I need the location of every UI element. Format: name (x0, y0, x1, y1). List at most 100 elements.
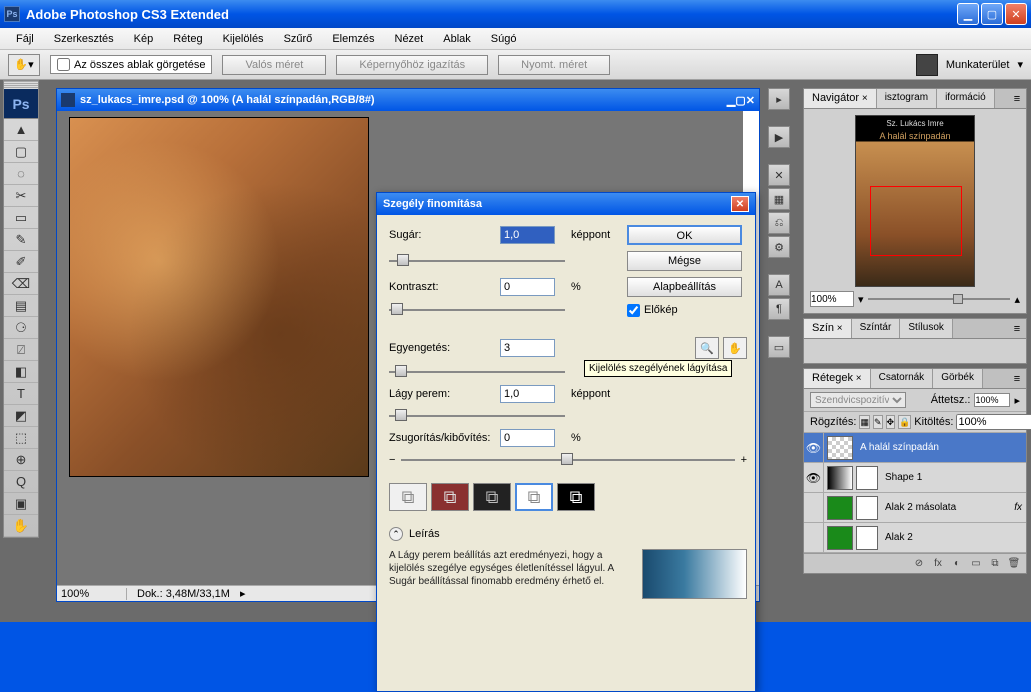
navigator-zoom-input[interactable] (810, 291, 854, 307)
menu-filter[interactable]: Szűrő (276, 31, 321, 47)
path-tool[interactable]: ◧ (4, 361, 38, 383)
scroll-all-windows-checkbox[interactable]: Az összes ablak görgetése (50, 55, 212, 74)
tool-preset-picker[interactable]: ✋▾ (8, 54, 40, 76)
lock-position-icon[interactable]: ✥ (886, 415, 896, 429)
toolbox-grip[interactable] (4, 81, 38, 89)
layer-thumbnail[interactable] (827, 496, 853, 520)
ok-button[interactable]: OK (627, 225, 742, 245)
tab-color[interactable]: Szín × (804, 319, 852, 338)
tab-styles[interactable]: Stílusok (900, 319, 953, 338)
type-tool[interactable]: T (4, 383, 38, 405)
zoom-out-icon[interactable]: ▾ (858, 293, 864, 306)
opacity-input[interactable] (974, 393, 1010, 407)
preview-checkbox[interactable]: Előkép (627, 304, 747, 317)
dock-brushes-icon[interactable]: ✕ (768, 164, 790, 186)
lock-transparency-icon[interactable]: ▦ (859, 415, 870, 429)
status-docinfo[interactable]: Dok.: 3,48M/33,1M (127, 588, 240, 600)
dialog-close-button[interactable]: ✕ (731, 196, 749, 212)
lock-all-icon[interactable]: 🔒 (898, 415, 911, 429)
tab-layers[interactable]: Rétegek × (804, 369, 871, 388)
crop-tool[interactable]: ✂ (4, 185, 38, 207)
new-layer-icon[interactable]: ⧉ (987, 557, 1003, 571)
notes-tool[interactable]: ⬚ (4, 427, 38, 449)
pencil-tool[interactable]: ✐ (4, 251, 38, 273)
layer-name[interactable]: Alak 2 másolata (881, 502, 1014, 513)
dock-play-icon[interactable]: ▶ (768, 126, 790, 148)
eraser-tool[interactable]: ⌫ (4, 273, 38, 295)
expand-slider[interactable] (401, 453, 734, 467)
window-minimize-button[interactable]: ▁ (957, 3, 979, 25)
layer-fx-badge[interactable]: fx (1014, 502, 1026, 513)
description-toggle-icon[interactable]: ⌃ (389, 527, 403, 541)
navigator-zoom-slider[interactable] (868, 293, 1011, 305)
bridge-icon[interactable] (916, 54, 938, 76)
quickmask-tool[interactable]: Q (4, 471, 38, 493)
smooth-input[interactable] (500, 339, 555, 357)
layer-style-icon[interactable]: fx (930, 557, 946, 571)
color-menu-icon[interactable]: ≡ (1008, 319, 1026, 338)
status-arrow-icon[interactable]: ▸ (240, 587, 246, 600)
canvas-image[interactable] (69, 117, 369, 477)
navigator-view-box[interactable] (870, 186, 962, 256)
workspace-label[interactable]: Munkaterület (946, 59, 1010, 71)
menu-layer[interactable]: Réteg (165, 31, 210, 47)
tab-navigator[interactable]: Navigátor × (804, 89, 877, 108)
layer-name[interactable]: Alak 2 (881, 532, 1026, 543)
gradient-tool[interactable]: ▤ (4, 295, 38, 317)
preview-quickmask[interactable]: ⧉ (431, 483, 469, 511)
radius-slider[interactable] (389, 254, 565, 268)
lock-pixels-icon[interactable]: ✎ (873, 415, 883, 429)
menu-image[interactable]: Kép (126, 31, 162, 47)
scroll-all-checkbox-input[interactable] (57, 58, 70, 71)
layer-visibility-icon[interactable] (804, 493, 824, 522)
layer-row[interactable]: 👁 A halál színpadán (804, 433, 1026, 463)
slice-tool[interactable]: ▭ (4, 207, 38, 229)
layer-thumbnail[interactable] (827, 466, 853, 490)
zoom-tool-icon[interactable]: 🔍 (695, 337, 719, 359)
layer-name[interactable]: A halál színpadán (856, 442, 1026, 453)
tab-channels[interactable]: Csatornák (871, 369, 934, 388)
menu-select[interactable]: Kijelölés (215, 31, 272, 47)
actual-pixels-button[interactable]: Valós méret (222, 55, 326, 75)
tab-histogram[interactable]: isztogram (877, 89, 937, 108)
menu-edit[interactable]: Szerkesztés (46, 31, 122, 47)
menu-file[interactable]: Fájl (8, 31, 42, 47)
hand-tool-icon[interactable]: ✋ (723, 337, 747, 359)
layer-mask-thumbnail[interactable] (856, 496, 878, 520)
layer-visibility-icon[interactable]: 👁 (804, 463, 824, 492)
layer-name[interactable]: Shape 1 (881, 472, 1026, 483)
cancel-button[interactable]: Mégse (627, 251, 742, 271)
dock-swatches-icon[interactable]: ▦ (768, 188, 790, 210)
blend-mode-select[interactable]: Szendvicspozitív (810, 392, 906, 408)
brush-tool[interactable]: ✎ (4, 229, 38, 251)
layer-mask-icon[interactable]: ◐ (949, 557, 965, 571)
document-titlebar[interactable]: sz_lukacs_imre.psd @ 100% (A halál színp… (57, 89, 759, 111)
lasso-tool[interactable]: ◌ (4, 163, 38, 185)
doc-maximize-button[interactable]: ▢ (735, 94, 745, 107)
layer-visibility-icon[interactable]: 👁 (804, 433, 824, 462)
menu-view[interactable]: Nézet (387, 31, 432, 47)
contrast-slider[interactable] (389, 303, 565, 317)
marquee-tool[interactable]: ▢ (4, 141, 38, 163)
layer-row[interactable]: 👁 Shape 1 (804, 463, 1026, 493)
fit-screen-button[interactable]: Képernyőhöz igazítás (336, 55, 488, 75)
link-layers-icon[interactable]: ⊘ (911, 557, 927, 571)
window-maximize-button[interactable]: ▢ (981, 3, 1003, 25)
dock-layers-icon[interactable]: ▭ (768, 336, 790, 358)
blur-tool[interactable]: ⚆ (4, 317, 38, 339)
opacity-arrow-icon[interactable]: ▸ (1014, 394, 1020, 407)
dock-expand-icon[interactable]: ▸ (768, 88, 790, 110)
preview-standard[interactable]: ⧉ (389, 483, 427, 511)
menu-window[interactable]: Ablak (435, 31, 479, 47)
preview-black[interactable]: ⧉ (473, 483, 511, 511)
contrast-input[interactable] (500, 278, 555, 296)
layer-thumbnail[interactable] (827, 526, 853, 550)
preview-checkbox-input[interactable] (627, 304, 640, 317)
layers-menu-icon[interactable]: ≡ (1008, 369, 1026, 388)
radius-input[interactable] (500, 226, 555, 244)
screenmode-tool[interactable]: ▣ (4, 493, 38, 515)
layer-thumbnail[interactable] (827, 436, 853, 460)
menu-analysis[interactable]: Elemzés (324, 31, 382, 47)
layer-visibility-icon[interactable] (804, 523, 824, 552)
preview-mask[interactable]: ⧉ (557, 483, 595, 511)
